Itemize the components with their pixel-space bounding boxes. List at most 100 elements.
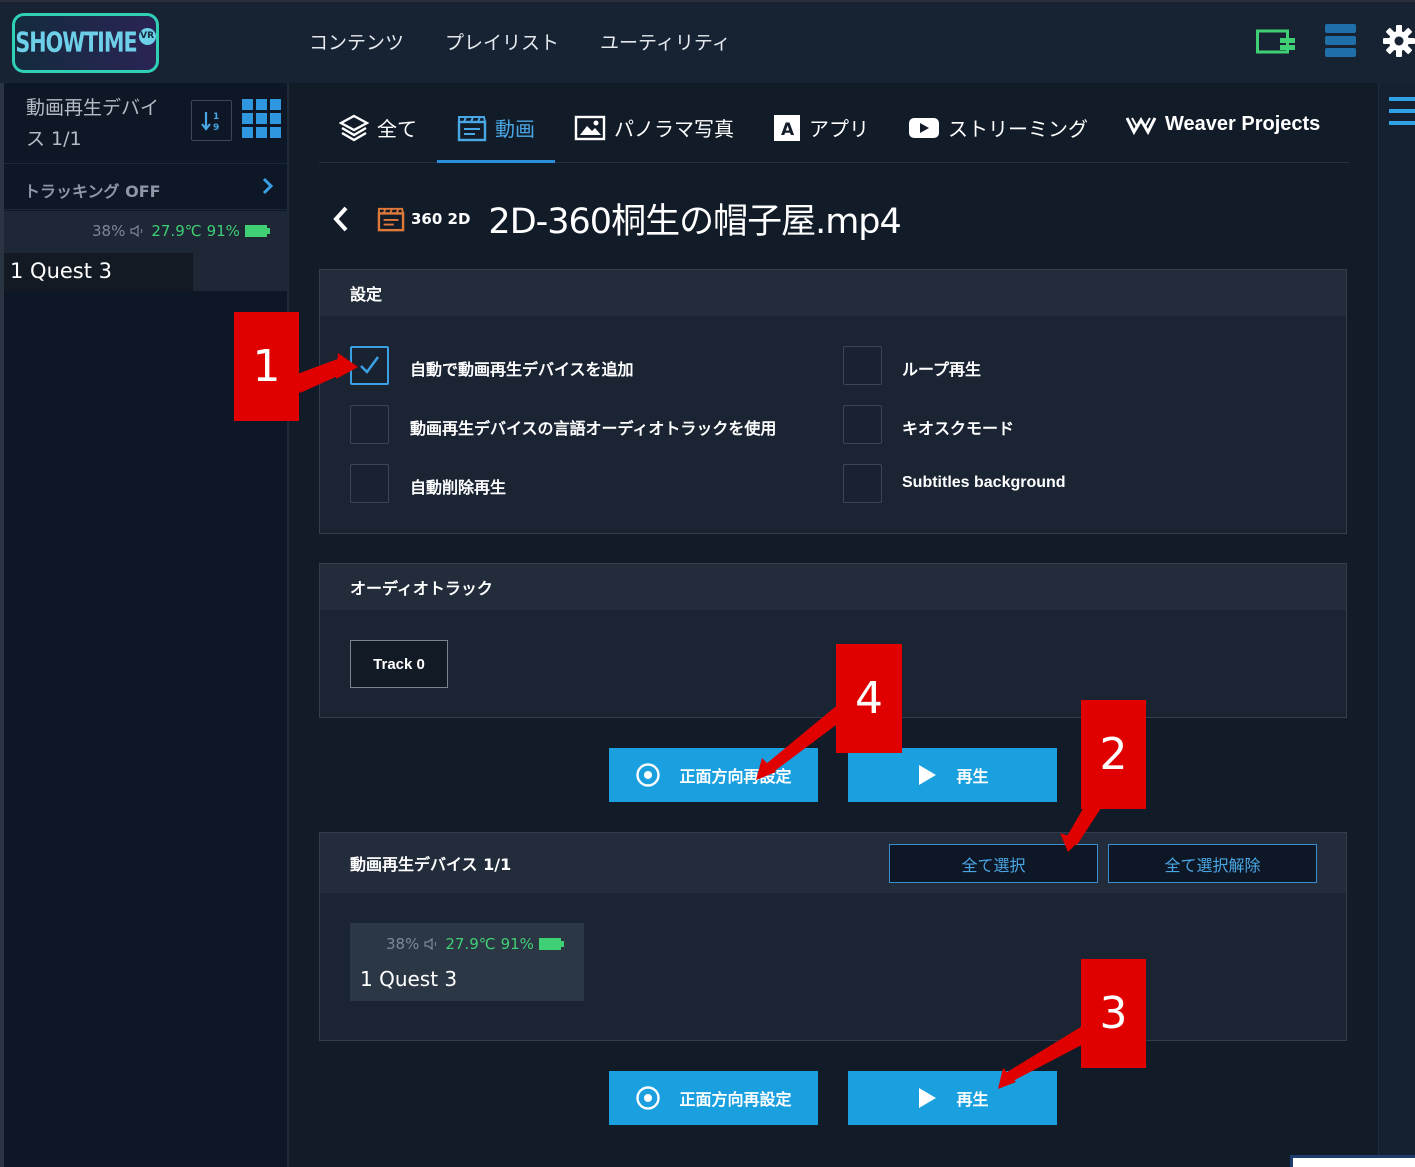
tracking-label: トラッキング OFF [24, 182, 161, 201]
auto-add-device-checkbox[interactable] [350, 346, 389, 385]
play-icon [919, 1088, 937, 1108]
panorama-image-icon [574, 115, 606, 140]
tab-streaming[interactable]: ストリーミング [908, 113, 1088, 142]
format-badge: 360 2D [411, 209, 471, 228]
logo-text: SHOWTIME [15, 27, 137, 59]
tab-weaver-projects[interactable]: Weaver Projects [1125, 113, 1320, 136]
target-icon [636, 763, 661, 787]
weaver-w-icon [1125, 116, 1157, 135]
device-language-audio-label: 動画再生デバイスの言語オーディオトラックを使用 [410, 419, 777, 438]
play-icon [919, 765, 937, 785]
auto-delete-play-label: 自動削除再生 [410, 478, 507, 497]
video-clapper-icon [457, 115, 487, 141]
sidebar-device-card[interactable]: 38% 27.9℃ 91% 1 Quest 3 [4, 211, 287, 291]
screen-cast-icon[interactable] [1256, 27, 1298, 55]
tab-video[interactable]: 動画 [457, 113, 535, 142]
audio-track-button[interactable]: Track 0 [350, 640, 448, 688]
device-temperature: 27.9℃ [151, 222, 202, 240]
top-icons [1256, 24, 1415, 58]
subtitles-background-label: Subtitles background [902, 474, 1066, 491]
device-language-audio-checkbox[interactable] [350, 405, 389, 444]
audio-track-panel: オーディオトラック Track 0 [319, 563, 1347, 718]
corner-overlay [1290, 1155, 1415, 1167]
playback-devices-panel: 動画再生デバイス 1/1 全て選択 全て選択解除 38% 27.9℃ 91% 1… [319, 832, 1347, 1041]
device-card-temperature: 27.9℃ [445, 935, 496, 953]
speaker-icon [424, 937, 437, 951]
nav-utility[interactable]: ユーティリティ [600, 28, 731, 55]
device-signal: 91% [206, 222, 240, 240]
audio-track-title: オーディオトラック [320, 564, 1346, 610]
device-battery: 38% [92, 222, 126, 240]
auto-delete-play-checkbox[interactable] [350, 464, 389, 503]
device-card-signal: 91% [500, 935, 534, 953]
device-card-stats: 38% 27.9℃ 91% [386, 935, 565, 953]
showtime-logo[interactable]: SHOWTIME VR [12, 13, 159, 73]
tab-panorama[interactable]: パノラマ写真 [574, 113, 734, 142]
svg-text:9: 9 [213, 123, 219, 133]
recenter-label: 正面方向再設定 [679, 1090, 792, 1109]
active-tab-indicator [437, 160, 555, 163]
svg-text:1: 1 [213, 112, 219, 122]
svg-text:A: A [781, 120, 795, 140]
device-name-bar: 1 Quest 3 [4, 253, 193, 291]
deselect-all-label: 全て選択解除 [1164, 855, 1261, 875]
settings-panel: 設定 自動で動画再生デバイスを追加 ループ再生 動画再生デバイスの言語オーディオ… [319, 269, 1347, 534]
device-card-battery: 38% [386, 935, 420, 953]
callout-2: 2 [1081, 700, 1146, 809]
server-list-icon[interactable] [1325, 24, 1356, 58]
page-title: 2D-360桐生の帽子屋.mp4 [488, 202, 901, 242]
loop-play-checkbox[interactable] [843, 346, 882, 385]
tab-apps-label: アプリ [809, 117, 869, 141]
chevron-right-icon [262, 177, 274, 195]
play-stream-icon [909, 117, 939, 138]
nav-playlist[interactable]: プレイリスト [445, 28, 559, 55]
play-label: 再生 [956, 1090, 989, 1109]
callout-4: 4 [836, 644, 902, 753]
app-a-icon: A [774, 114, 800, 141]
callout-1: 1 [234, 312, 299, 421]
battery-icon [244, 225, 270, 237]
layers-icon [339, 114, 369, 141]
content-header: 360 2D 2D-360桐生の帽子屋.mp4 [330, 193, 902, 244]
menu-icon[interactable] [1389, 97, 1415, 133]
sidebar-heading: 動画再生デバイス 1/1 [26, 97, 160, 150]
device-card[interactable]: 38% 27.9℃ 91% 1 Quest 3 [350, 923, 584, 1001]
logo-vr-badge: VR [138, 27, 156, 45]
deselect-all-button[interactable]: 全て選択解除 [1108, 844, 1317, 883]
nav-contents[interactable]: コンテンツ [309, 28, 404, 55]
tab-apps[interactable]: A アプリ [773, 113, 869, 142]
play-label: 再生 [956, 767, 989, 786]
back-chevron-icon[interactable] [330, 204, 352, 234]
battery-icon [538, 938, 564, 950]
gear-icon[interactable] [1383, 25, 1415, 57]
recenter-button[interactable]: 正面方向再設定 [609, 748, 818, 802]
tracking-toggle-row[interactable]: トラッキング OFF [4, 163, 287, 210]
tab-all-label: 全て [377, 117, 417, 141]
select-all-button[interactable]: 全て選択 [889, 844, 1098, 883]
kiosk-mode-checkbox[interactable] [843, 405, 882, 444]
grid-view-icon[interactable] [242, 99, 282, 139]
subtitles-background-checkbox[interactable] [843, 464, 882, 503]
device-card-name: 1 Quest 3 [360, 967, 458, 991]
top-bar: SHOWTIME VR コンテンツ プレイリスト ユーティリティ [0, 0, 1415, 83]
tab-video-label: 動画 [495, 117, 535, 141]
tab-streaming-label: ストリーミング [948, 117, 1088, 141]
play-button[interactable]: 再生 [848, 748, 1057, 802]
device-sidebar: 動画再生デバイス 1/1 1 9 トラッキング OFF 38% 27.9℃ 91… [0, 83, 289, 1167]
checkmark-icon [360, 356, 380, 374]
recenter-label: 正面方向再設定 [679, 767, 792, 786]
video-clapper-icon [377, 207, 405, 231]
auto-add-device-label: 自動で動画再生デバイスを追加 [410, 360, 634, 379]
tab-all[interactable]: 全て [339, 113, 417, 142]
select-all-label: 全て選択 [961, 855, 1026, 875]
category-tabs: 全て 動画 パノラマ写真 A アプリ ストリーミング Weaver Projec… [319, 83, 1349, 163]
tab-panorama-label: パノラマ写真 [614, 117, 734, 141]
loop-play-label: ループ再生 [902, 360, 982, 379]
sort-button[interactable]: 1 9 [191, 100, 232, 141]
audio-track-label: Track 0 [373, 655, 425, 673]
sort-numeric-icon: 1 9 [200, 111, 219, 133]
right-panel-strip [1378, 83, 1415, 1167]
recenter-button-bottom[interactable]: 正面方向再設定 [609, 1071, 818, 1125]
settings-title: 設定 [320, 270, 1346, 316]
play-button-bottom[interactable]: 再生 [848, 1071, 1057, 1125]
